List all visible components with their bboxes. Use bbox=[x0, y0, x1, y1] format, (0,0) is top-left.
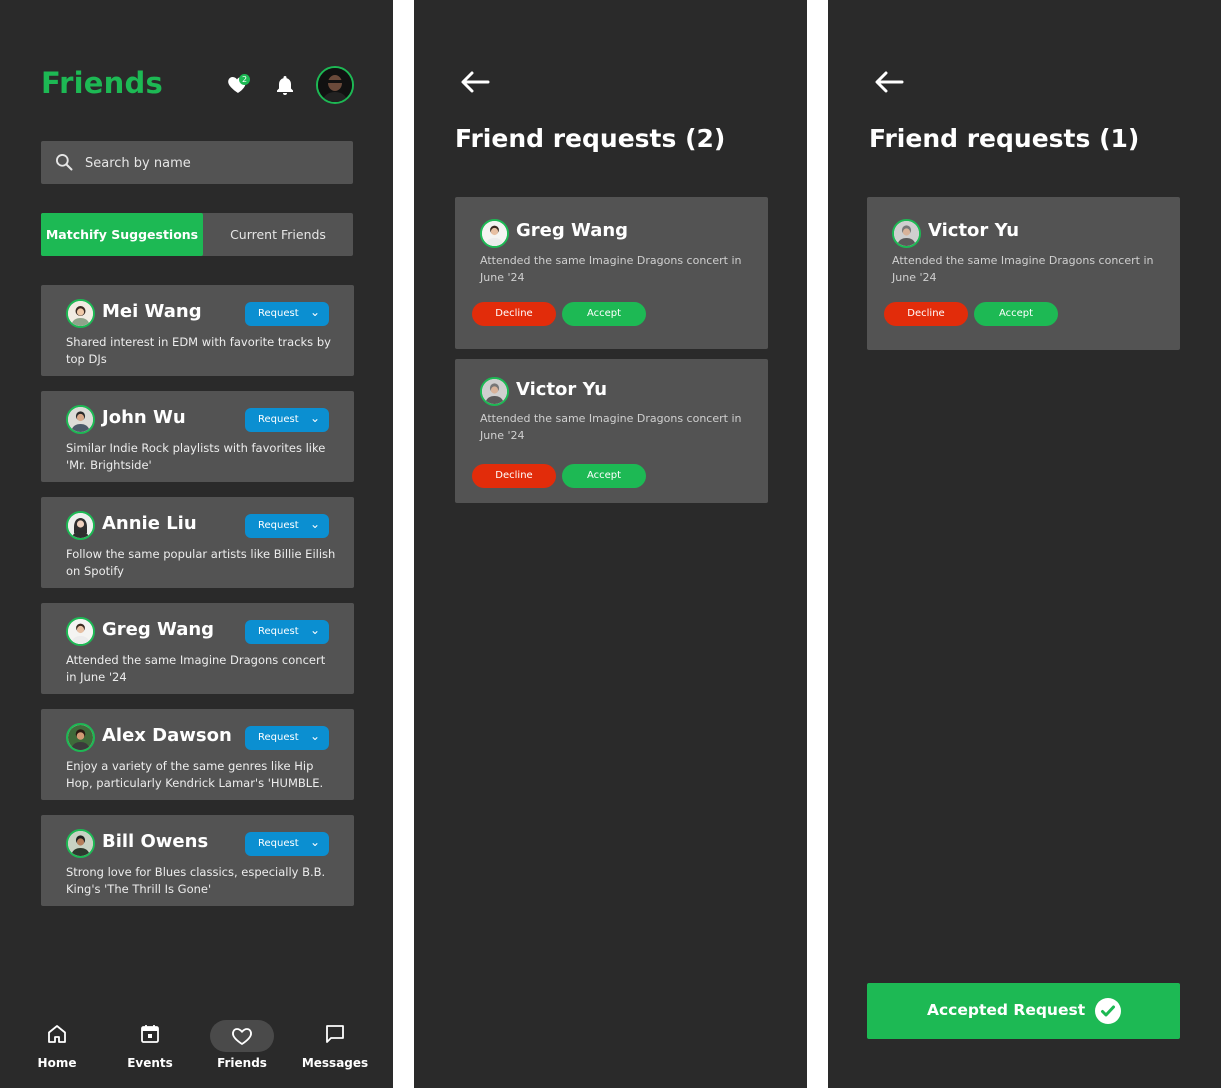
page-title: Friend requests (2) bbox=[455, 124, 726, 153]
nav-events[interactable]: Events bbox=[104, 1010, 196, 1088]
accept-button[interactable]: Accept bbox=[562, 302, 646, 326]
avatar bbox=[480, 219, 509, 248]
chevron-down-icon: ⌄ bbox=[309, 517, 320, 531]
suggestion-name: Annie Liu bbox=[102, 513, 197, 534]
suggestion-name: Alex Dawson bbox=[102, 725, 232, 746]
friend-requests-screen: Friend requests (2) Greg Wang Attended t… bbox=[414, 0, 807, 1088]
accepted-toast: Accepted Request bbox=[867, 983, 1180, 1039]
check-circle-icon bbox=[1095, 998, 1121, 1024]
request-name: Greg Wang bbox=[516, 220, 629, 241]
page-title: Friends bbox=[41, 66, 163, 100]
calendar-icon bbox=[141, 1025, 159, 1043]
suggestion-description: Similar Indie Rock playlists with favori… bbox=[66, 441, 326, 472]
nav-home[interactable]: Home bbox=[11, 1010, 103, 1088]
avatar bbox=[66, 829, 95, 858]
request-card: Victor Yu Attended the same Imagine Drag… bbox=[455, 359, 768, 503]
page-title: Friend requests (1) bbox=[869, 124, 1140, 153]
request-label: Request bbox=[258, 626, 299, 637]
request-label: Request bbox=[258, 732, 299, 743]
request-description: Attended the same Imagine Dragons concer… bbox=[480, 254, 742, 284]
friend-requests-accepted-screen: Friend requests (1) Victor Yu Attended t… bbox=[828, 0, 1221, 1088]
request-card: Greg Wang Attended the same Imagine Drag… bbox=[455, 197, 768, 349]
avatar bbox=[66, 299, 95, 328]
chevron-down-icon: ⌄ bbox=[309, 835, 320, 849]
suggestion-name: John Wu bbox=[102, 407, 186, 428]
back-arrow-icon[interactable] bbox=[872, 68, 906, 96]
suggestion-description: Strong love for Blues classics, especial… bbox=[66, 865, 326, 896]
nav-label: Messages bbox=[301, 1056, 369, 1070]
tab-matchify-suggestions[interactable]: Matchify Suggestions bbox=[41, 213, 203, 256]
request-button[interactable]: Request ⌄ bbox=[245, 832, 329, 856]
suggestion-description: Shared interest in EDM with favorite tra… bbox=[66, 335, 331, 366]
bell-icon[interactable] bbox=[273, 73, 299, 99]
suggestion-description: Follow the same popular artists like Bil… bbox=[66, 547, 336, 578]
search-input[interactable] bbox=[83, 141, 347, 186]
chat-icon bbox=[326, 1025, 344, 1043]
request-description: Attended the same Imagine Dragons concer… bbox=[892, 254, 1154, 284]
decline-button[interactable]: Decline bbox=[884, 302, 968, 326]
suggestion-card[interactable]: Bill Owens Request ⌄ Strong love for Blue… bbox=[41, 815, 354, 906]
request-button[interactable]: Request ⌄ bbox=[245, 726, 329, 750]
avatar bbox=[66, 511, 95, 540]
search-icon bbox=[56, 154, 73, 171]
avatar bbox=[66, 405, 95, 434]
suggestion-name: Mei Wang bbox=[102, 301, 202, 322]
likes-heart-icon[interactable]: 2 bbox=[226, 72, 252, 98]
nav-friends[interactable]: Friends bbox=[196, 1010, 288, 1088]
tab-current-friends[interactable]: Current Friends bbox=[203, 213, 353, 256]
request-label: Request bbox=[258, 838, 299, 849]
chevron-down-icon: ⌄ bbox=[309, 623, 320, 637]
request-button[interactable]: Request ⌄ bbox=[245, 302, 329, 326]
request-button[interactable]: Request ⌄ bbox=[245, 514, 329, 538]
accept-button[interactable]: Accept bbox=[974, 302, 1058, 326]
back-arrow-icon[interactable] bbox=[458, 68, 492, 96]
request-button[interactable]: Request ⌄ bbox=[245, 620, 329, 644]
request-label: Request bbox=[258, 520, 299, 531]
request-description: Attended the same Imagine Dragons concer… bbox=[480, 412, 742, 442]
nav-label: Events bbox=[127, 1056, 173, 1070]
nav-label: Friends bbox=[217, 1056, 267, 1070]
chevron-down-icon: ⌄ bbox=[309, 305, 320, 319]
suggestion-description: Attended the same Imagine Dragons concer… bbox=[66, 653, 326, 684]
suggestion-name: Greg Wang bbox=[102, 619, 215, 640]
nav-messages[interactable]: Messages bbox=[289, 1010, 381, 1088]
chevron-down-icon: ⌄ bbox=[309, 411, 320, 425]
request-label: Request bbox=[258, 414, 299, 425]
request-card: Victor Yu Attended the same Imagine Drag… bbox=[867, 197, 1180, 350]
suggestion-card[interactable]: Greg Wang Request ⌄ Attended the same Ima… bbox=[41, 603, 354, 694]
avatar bbox=[66, 617, 95, 646]
decline-button[interactable]: Decline bbox=[472, 464, 556, 488]
suggestion-card[interactable]: Alex Dawson Request ⌄ Enjoy a variety of … bbox=[41, 709, 354, 800]
decline-button[interactable]: Decline bbox=[472, 302, 556, 326]
profile-avatar[interactable] bbox=[316, 66, 354, 104]
nav-label: Home bbox=[37, 1056, 77, 1070]
request-name: Victor Yu bbox=[928, 220, 1020, 241]
suggestion-name: Bill Owens bbox=[102, 831, 209, 852]
suggestion-card[interactable]: Annie Liu Request ⌄ Follow the same popul… bbox=[41, 497, 354, 588]
search-bar bbox=[41, 141, 353, 186]
request-name: Victor Yu bbox=[516, 379, 608, 400]
toast-message: Accepted Request bbox=[927, 1001, 1086, 1019]
suggestion-description: Enjoy a variety of the same genres like … bbox=[66, 759, 324, 790]
request-label: Request bbox=[258, 308, 299, 319]
likes-badge: 2 bbox=[239, 74, 250, 85]
friends-screen: Friends 2 Matchify Suggestions Current F… bbox=[0, 0, 393, 1088]
home-icon bbox=[48, 1025, 66, 1043]
avatar bbox=[66, 723, 95, 752]
chevron-down-icon: ⌄ bbox=[309, 729, 320, 743]
avatar bbox=[480, 377, 509, 406]
avatar bbox=[892, 219, 921, 248]
request-button[interactable]: Request ⌄ bbox=[245, 408, 329, 432]
friends-tabs: Matchify Suggestions Current Friends bbox=[41, 213, 353, 256]
accept-button[interactable]: Accept bbox=[562, 464, 646, 488]
heart-icon bbox=[232, 1028, 252, 1046]
suggestion-card[interactable]: John Wu Request ⌄ Similar Indie Rock play… bbox=[41, 391, 354, 482]
bottom-nav: Home Events Friends Messages bbox=[0, 1010, 393, 1088]
suggestion-card[interactable]: Mei Wang Request ⌄ Shared interest in EDM… bbox=[41, 285, 354, 376]
